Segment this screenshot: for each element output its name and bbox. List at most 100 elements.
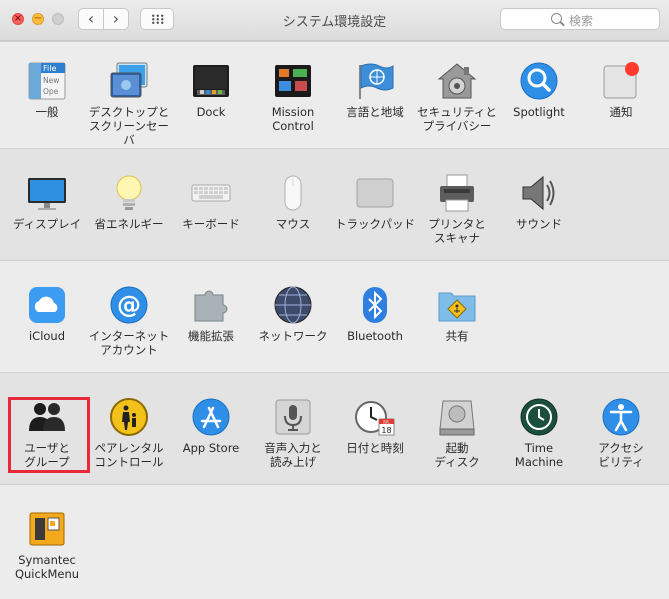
svg-text:18: 18: [381, 426, 391, 435]
pane-label: iCloud: [28, 329, 66, 343]
pane-label: 日付と時刻: [346, 441, 404, 455]
energy-bulb-icon: [109, 173, 149, 213]
pane-sound[interactable]: サウンド: [498, 153, 580, 253]
pane-label: 言語と地域: [346, 105, 404, 119]
pane-desktop-screensaver[interactable]: デスクトップと スクリーンセーバ: [88, 41, 170, 147]
pane-mission-control[interactable]: Mission Control: [252, 41, 334, 141]
pane-keyboard[interactable]: キーボード: [170, 153, 252, 253]
pane-label: Symantec QuickMenu: [14, 553, 80, 581]
pane-label: ディスプレイ: [12, 217, 82, 231]
title-bar: × − ‹ › システム環境設定 検索: [0, 0, 669, 41]
pane-parental-controls[interactable]: ペアレンタル コントロール: [88, 377, 170, 477]
pane-network[interactable]: ネットワーク: [252, 265, 334, 365]
svg-text:Ope: Ope: [43, 87, 59, 96]
symantec-quickmenu-icon: [27, 509, 67, 549]
spotlight-magnifier-icon: [519, 61, 559, 101]
pane-label: Bluetooth: [347, 329, 403, 343]
keyboard-icon: [191, 173, 231, 213]
accessibility-icon: [601, 397, 641, 437]
search-icon: [551, 13, 562, 24]
pane-internet-accounts[interactable]: @ インターネット アカウント: [88, 265, 170, 365]
internet-accounts-at-icon: @: [109, 285, 149, 325]
pane-label: プリンタと スキャナ: [428, 217, 486, 245]
mouse-icon: [273, 173, 313, 213]
date-time-clock-icon: JUL 18: [355, 397, 395, 437]
pane-label: Mission Control: [271, 105, 315, 133]
pane-label: 共有: [445, 329, 469, 343]
pane-icloud[interactable]: iCloud: [6, 265, 88, 365]
svg-text:@: @: [117, 291, 141, 319]
pane-bluetooth[interactable]: Bluetooth: [334, 265, 416, 365]
pane-label: インターネット アカウント: [88, 329, 170, 357]
pane-label: ペアレンタル コントロール: [94, 441, 164, 469]
pane-label: サウンド: [516, 217, 562, 231]
pane-label: 起動 ディスク: [434, 441, 480, 469]
pane-label: 省エネルギー: [94, 217, 164, 231]
pane-label: Time Machine: [514, 441, 564, 469]
general-file-icon: File New Ope: [27, 61, 67, 101]
pane-label: 機能拡張: [188, 329, 234, 343]
system-preferences-window: × − ‹ › システム環境設定 検索 File New Ope 一般 デスクト…: [0, 0, 669, 599]
pane-symantec-quickmenu[interactable]: Symantec QuickMenu: [6, 489, 88, 589]
pane-trackpad[interactable]: トラックパッド: [334, 153, 416, 253]
pane-sharing[interactable]: 共有: [416, 265, 498, 365]
pane-label: Spotlight: [513, 105, 565, 119]
pane-label: マウス: [275, 217, 311, 231]
pane-date-time[interactable]: JUL 18 日付と時刻: [334, 377, 416, 477]
bluetooth-icon: [355, 285, 395, 325]
app-store-icon: [191, 397, 231, 437]
dictation-microphone-icon: [273, 397, 313, 437]
startup-disk-icon: [437, 397, 477, 437]
pane-language-region[interactable]: 言語と地域: [334, 41, 416, 141]
pane-app-store[interactable]: App Store: [170, 377, 252, 477]
pane-security-privacy[interactable]: セキュリティと プライバシー: [416, 41, 498, 141]
sharing-folder-icon: [437, 285, 477, 325]
trackpad-icon: [355, 173, 395, 213]
notifications-icon: [601, 61, 641, 101]
users-groups-highlight: [8, 397, 90, 473]
pane-startup-disk[interactable]: 起動 ディスク: [416, 377, 498, 477]
time-machine-icon: [519, 397, 559, 437]
pane-time-machine[interactable]: Time Machine: [498, 377, 580, 477]
pane-mouse[interactable]: マウス: [252, 153, 334, 253]
pane-accessibility[interactable]: アクセシ ビリティ: [580, 377, 662, 477]
pane-general[interactable]: File New Ope 一般: [6, 41, 88, 141]
search-field[interactable]: 検索: [500, 8, 660, 30]
pane-notifications[interactable]: 通知: [580, 41, 662, 141]
svg-text:File: File: [43, 64, 56, 73]
dock-icon: [191, 61, 231, 101]
pane-label: 音声入力と 読み上げ: [264, 441, 322, 469]
display-monitor-icon: [27, 173, 67, 213]
icloud-icon: [27, 285, 67, 325]
printer-icon: [437, 173, 477, 213]
pane-dictation-speech[interactable]: 音声入力と 読み上げ: [252, 377, 334, 477]
pane-label: キーボード: [182, 217, 240, 231]
pane-label: セキュリティと プライバシー: [417, 105, 497, 133]
language-flag-icon: [355, 61, 395, 101]
pane-displays[interactable]: ディスプレイ: [6, 153, 88, 253]
mission-control-icon: [273, 61, 313, 101]
pane-label: 通知: [609, 105, 633, 119]
parental-controls-icon: [109, 397, 149, 437]
svg-text:New: New: [43, 76, 59, 85]
pane-extensions[interactable]: 機能拡張: [170, 265, 252, 365]
network-globe-icon: [273, 285, 313, 325]
pane-spotlight[interactable]: Spotlight: [498, 41, 580, 141]
search-placeholder: 検索: [569, 14, 594, 28]
pane-label: Dock: [196, 105, 226, 119]
pane-energy-saver[interactable]: 省エネルギー: [88, 153, 170, 253]
pane-printers-scanners[interactable]: プリンタと スキャナ: [416, 153, 498, 253]
pane-label: デスクトップと スクリーンセーバ: [88, 105, 170, 147]
extensions-puzzle-icon: [191, 285, 231, 325]
section-other: [0, 484, 669, 599]
pane-label: トラックパッド: [335, 217, 415, 231]
security-house-icon: [437, 61, 477, 101]
pane-label: 一般: [35, 105, 59, 119]
pane-label: アクセシ ビリティ: [598, 441, 644, 469]
pane-label: ネットワーク: [258, 329, 328, 343]
svg-text:JUL: JUL: [382, 420, 390, 425]
pane-label: App Store: [182, 441, 240, 455]
desktop-screensaver-icon: [109, 61, 149, 101]
pane-dock[interactable]: Dock: [170, 41, 252, 141]
sound-speaker-icon: [519, 173, 559, 213]
